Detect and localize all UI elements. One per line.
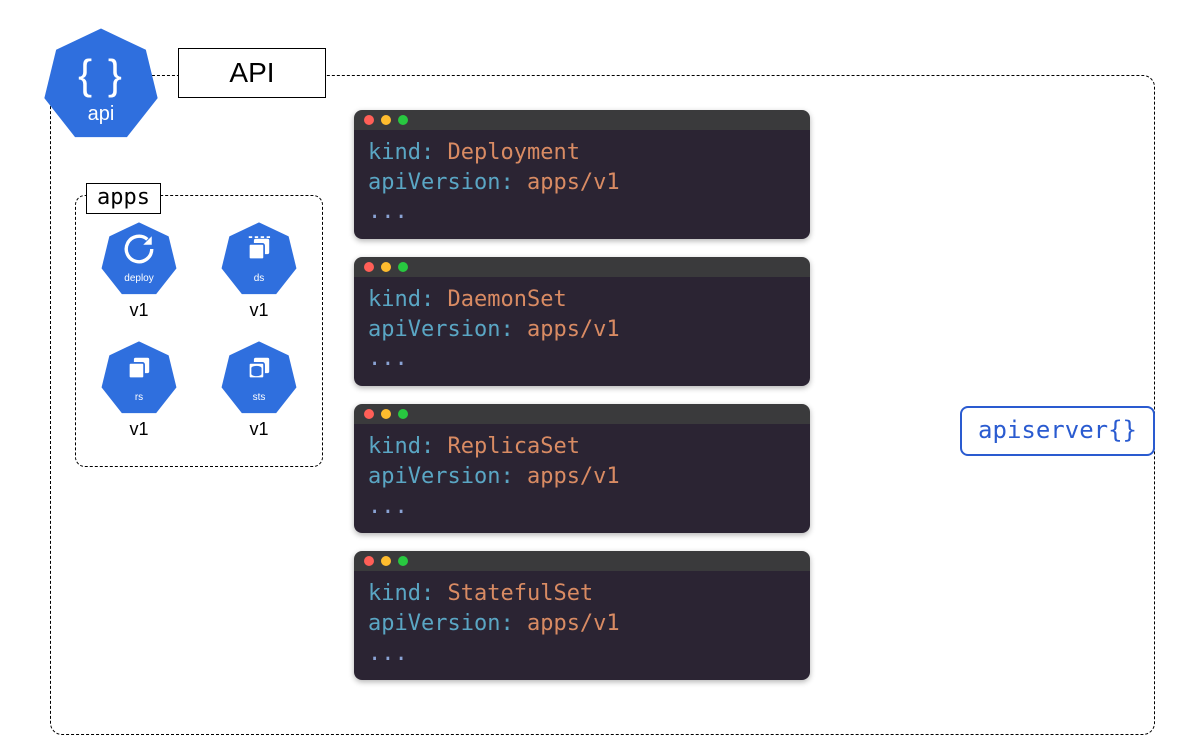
api-title-box: API <box>178 48 326 98</box>
yaml-value: apps/v1 <box>527 170 620 195</box>
code-body: kind: DaemonSet apiVersion: apps/v1 ... <box>354 277 810 386</box>
apps-item-name: deploy <box>100 273 178 284</box>
apps-group-label: apps <box>86 183 161 214</box>
yaml-value: ReplicaSet <box>447 434 579 459</box>
yaml-ellipsis: ... <box>368 199 408 224</box>
traffic-light-minimize-icon <box>381 262 391 272</box>
traffic-light-zoom-icon <box>398 556 408 566</box>
code-window-deployment: kind: Deployment apiVersion: apps/v1 ... <box>354 110 810 239</box>
api-heptagon: { } api <box>42 25 160 143</box>
apps-item-version: v1 <box>210 300 308 321</box>
yaml-ellipsis: ... <box>368 346 408 371</box>
apps-item-name: rs <box>100 392 178 403</box>
yaml-key: apiVersion: <box>368 317 514 342</box>
traffic-light-close-icon <box>364 262 374 272</box>
code-window-statefulset: kind: StatefulSet apiVersion: apps/v1 ..… <box>354 551 810 680</box>
traffic-light-zoom-icon <box>398 262 408 272</box>
api-heptagon-braces: { } <box>42 51 160 99</box>
yaml-key: kind: <box>368 140 434 165</box>
apps-item-deploy: deploy v1 <box>90 220 188 321</box>
yaml-key: kind: <box>368 287 434 312</box>
yaml-value: Deployment <box>447 140 579 165</box>
apps-grid: deploy v1 ds v1 <box>90 220 308 440</box>
yaml-value: DaemonSet <box>447 287 566 312</box>
yaml-ellipsis: ... <box>368 494 408 519</box>
traffic-light-minimize-icon <box>381 409 391 419</box>
apps-item-version: v1 <box>90 300 188 321</box>
code-body: kind: ReplicaSet apiVersion: apps/v1 ... <box>354 424 810 533</box>
code-body: kind: StatefulSet apiVersion: apps/v1 ..… <box>354 571 810 680</box>
code-body: kind: Deployment apiVersion: apps/v1 ... <box>354 130 810 239</box>
code-window-replicaset: kind: ReplicaSet apiVersion: apps/v1 ... <box>354 404 810 533</box>
api-title: API <box>229 57 274 89</box>
yaml-key: apiVersion: <box>368 170 514 195</box>
yaml-value: apps/v1 <box>527 317 620 342</box>
traffic-light-minimize-icon <box>381 115 391 125</box>
yaml-key: kind: <box>368 581 434 606</box>
refresh-arrow-icon <box>100 232 178 271</box>
apps-item-sts: sts v1 <box>210 339 308 440</box>
yaml-value: StatefulSet <box>447 581 593 606</box>
traffic-light-close-icon <box>364 115 374 125</box>
window-titlebar <box>354 551 810 571</box>
yaml-value: apps/v1 <box>527 611 620 636</box>
yaml-value: apps/v1 <box>527 464 620 489</box>
traffic-light-zoom-icon <box>398 409 408 419</box>
apps-item-name: ds <box>220 273 298 284</box>
api-heptagon-label: api <box>42 103 160 126</box>
code-window-daemonset: kind: DaemonSet apiVersion: apps/v1 ... <box>354 257 810 386</box>
apps-item-name: sts <box>220 392 298 403</box>
yaml-ellipsis: ... <box>368 641 408 666</box>
traffic-light-zoom-icon <box>398 115 408 125</box>
apps-item-version: v1 <box>210 419 308 440</box>
traffic-light-minimize-icon <box>381 556 391 566</box>
yaml-key: apiVersion: <box>368 611 514 636</box>
apps-item-ds: ds v1 <box>210 220 308 321</box>
window-titlebar <box>354 257 810 277</box>
apps-item-version: v1 <box>90 419 188 440</box>
window-titlebar <box>354 110 810 130</box>
apiserver-label: apiserver{} <box>978 416 1137 444</box>
stack-icon <box>100 351 178 390</box>
apiserver-label-box: apiserver{} <box>960 406 1155 456</box>
stack-dashed-icon <box>220 232 298 271</box>
traffic-light-close-icon <box>364 556 374 566</box>
code-window-stack: kind: Deployment apiVersion: apps/v1 ...… <box>354 110 810 680</box>
yaml-key: apiVersion: <box>368 464 514 489</box>
apps-item-rs: rs v1 <box>90 339 188 440</box>
yaml-key: kind: <box>368 434 434 459</box>
db-stack-icon <box>220 351 298 390</box>
traffic-light-close-icon <box>364 409 374 419</box>
window-titlebar <box>354 404 810 424</box>
